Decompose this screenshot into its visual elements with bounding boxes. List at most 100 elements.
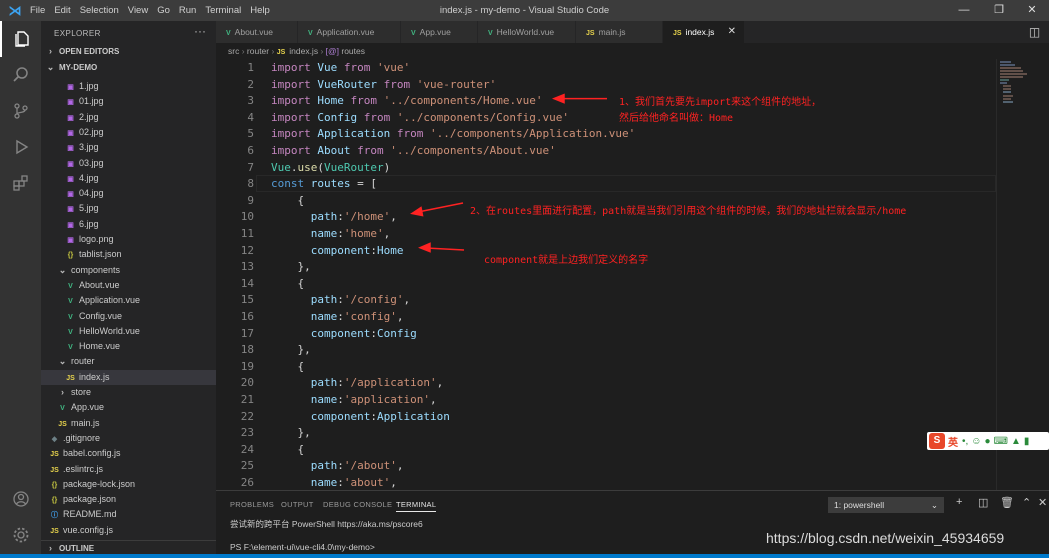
settings-gear-icon[interactable] bbox=[0, 517, 41, 553]
file-tree-item[interactable]: › store bbox=[41, 385, 216, 400]
file-tree-item[interactable]: ▣ 04.jpg bbox=[41, 186, 216, 201]
tab-index-js[interactable]: JS index.js ✕ bbox=[663, 21, 745, 43]
source-control-icon[interactable] bbox=[0, 93, 41, 129]
line-number: 22 bbox=[240, 409, 254, 423]
image-icon: ▣ bbox=[67, 84, 74, 91]
file-tree-item[interactable]: ▣ 1.jpg bbox=[41, 79, 216, 94]
file-tree-item[interactable]: JS vue.config.js bbox=[41, 523, 216, 538]
code-text: path:'/config', bbox=[271, 292, 410, 309]
vue-icon: V bbox=[68, 328, 73, 336]
file-tree-item[interactable]: ▣ 5.jpg bbox=[41, 201, 216, 216]
more-actions-icon[interactable]: ··· bbox=[194, 24, 206, 38]
file-tree-item[interactable]: ◆ .gitignore bbox=[41, 431, 216, 446]
file-tree-item[interactable]: {} tablist.json bbox=[41, 247, 216, 262]
file-tree-item[interactable]: V App.vue bbox=[41, 400, 216, 415]
tab-terminal[interactable]: TERMINAL bbox=[396, 500, 437, 512]
json-icon: {} bbox=[67, 252, 74, 260]
file-tree-item[interactable]: JS .eslintrc.js bbox=[41, 462, 216, 477]
search-icon[interactable] bbox=[0, 57, 41, 93]
tab-debug-console[interactable]: DEBUG CONSOLE bbox=[323, 500, 392, 509]
menu-run[interactable]: Run bbox=[179, 5, 196, 16]
close-tab-icon[interactable]: ✕ bbox=[728, 21, 736, 43]
code-text: name:'application', bbox=[271, 392, 437, 409]
ime-language[interactable]: 英 bbox=[948, 434, 958, 449]
code-token: Application bbox=[376, 409, 450, 423]
ime-toolbar[interactable]: S 英 •, ☺ ● ⌨ ▲ ▮ bbox=[927, 432, 1049, 450]
file-tree-item[interactable]: ⓘ README.md bbox=[41, 507, 216, 522]
code-text: path:'/about', bbox=[271, 458, 404, 475]
minimize-icon[interactable]: — bbox=[947, 0, 981, 21]
close-panel-icon[interactable]: ✕ bbox=[1038, 496, 1047, 509]
file-tree-item[interactable]: ▣ 02.jpg bbox=[41, 125, 216, 140]
account-icon[interactable] bbox=[0, 481, 41, 517]
run-debug-icon[interactable] bbox=[0, 129, 41, 165]
terminal-shell-select[interactable]: 1: powershell ⌄ bbox=[828, 497, 944, 513]
menu-selection[interactable]: Selection bbox=[80, 5, 119, 16]
file-tree-item[interactable]: ▣ 3.jpg bbox=[41, 140, 216, 155]
menu-view[interactable]: View bbox=[128, 5, 148, 16]
file-tree-item[interactable]: ▣ 03.jpg bbox=[41, 156, 216, 171]
workspace-root-section[interactable]: ⌄ MY-DEMO bbox=[41, 60, 216, 75]
split-terminal-icon[interactable]: ◫ bbox=[978, 496, 988, 509]
file-tree-item[interactable]: V Home.vue bbox=[41, 339, 216, 354]
split-editor-icon[interactable]: ◫ bbox=[1020, 21, 1049, 43]
code-token: , bbox=[396, 459, 404, 473]
emoji-icon[interactable]: ☺ bbox=[971, 436, 981, 447]
file-tree-item[interactable]: JS main.js bbox=[41, 416, 216, 431]
code-token: , bbox=[396, 310, 404, 323]
toolbox-icon[interactable]: ▮ bbox=[1024, 436, 1030, 447]
image-icon: ▣ bbox=[67, 237, 74, 244]
file-tree-item[interactable]: ▣ 4.jpg bbox=[41, 171, 216, 186]
breadcrumb-src[interactable]: src bbox=[228, 46, 239, 56]
maximize-panel-icon[interactable]: ⌃ bbox=[1022, 496, 1031, 509]
breadcrumb-file[interactable]: index.js bbox=[289, 46, 318, 56]
breadcrumb-router[interactable]: router bbox=[247, 46, 269, 56]
terminal-prompt[interactable]: PS F:\element-ui\vue-cli4.0\my-demo> bbox=[230, 542, 375, 552]
menu-edit[interactable]: Edit bbox=[54, 5, 70, 16]
outline-section[interactable]: › OUTLINE bbox=[41, 540, 216, 554]
file-tree-item[interactable]: ⌄ router bbox=[41, 354, 216, 369]
menu-go[interactable]: Go bbox=[157, 5, 170, 16]
new-terminal-plus-icon[interactable]: + bbox=[956, 496, 962, 508]
file-tree-item[interactable]: ▣ 01.jpg bbox=[41, 94, 216, 109]
skin-icon[interactable]: ▲ bbox=[1011, 436, 1021, 447]
file-tree-item[interactable]: V About.vue bbox=[41, 278, 216, 293]
open-editors-section[interactable]: › OPEN EDITORS bbox=[41, 44, 216, 59]
tab-main-js[interactable]: JS main.js bbox=[576, 21, 663, 43]
file-tree-item[interactable]: ▣ 2.jpg bbox=[41, 110, 216, 125]
menu-file[interactable]: File bbox=[30, 5, 45, 16]
restore-icon[interactable]: ❐ bbox=[982, 0, 1016, 21]
breadcrumb-symbol[interactable]: routes bbox=[341, 46, 365, 56]
file-tree-item[interactable]: V Config.vue bbox=[41, 309, 216, 324]
keyboard-icon[interactable]: ⌨ bbox=[994, 436, 1008, 447]
menu-help[interactable]: Help bbox=[250, 5, 270, 16]
explorer-files-icon[interactable] bbox=[0, 21, 41, 57]
kill-terminal-trash-icon[interactable]: 🗑 bbox=[1000, 496, 1014, 509]
file-tree-item[interactable]: ⌄ components bbox=[41, 263, 216, 278]
code-editor[interactable]: 1 import Vue from 'vue' 2 import VueRouter … bbox=[216, 59, 996, 490]
close-window-icon[interactable]: ✕ bbox=[1015, 0, 1049, 21]
file-tree-item[interactable]: ▣ 6.jpg bbox=[41, 217, 216, 232]
vue-icon: V bbox=[68, 344, 73, 352]
voice-icon[interactable]: ● bbox=[985, 436, 991, 447]
tab-problems[interactable]: PROBLEMS bbox=[230, 500, 274, 509]
punctuation-icon[interactable]: •, bbox=[962, 436, 968, 447]
menu-terminal[interactable]: Terminal bbox=[205, 5, 241, 16]
file-tree-item[interactable]: JS babel.config.js bbox=[41, 446, 216, 461]
js-icon: JS bbox=[586, 30, 595, 37]
tab-app-vue[interactable]: V App.vue bbox=[401, 21, 478, 43]
file-tree-item[interactable]: JS index.js bbox=[41, 369, 216, 385]
tab-helloworld-vue[interactable]: V HelloWorld.vue bbox=[478, 21, 576, 43]
file-tree-item[interactable]: {} package.json bbox=[41, 492, 216, 507]
tab-about-vue[interactable]: V About.vue bbox=[216, 21, 298, 43]
tab-output[interactable]: OUTPUT bbox=[281, 500, 314, 509]
file-tree-item[interactable]: V Application.vue bbox=[41, 293, 216, 308]
code-token: '/home' bbox=[343, 210, 391, 224]
file-tree-item[interactable]: V HelloWorld.vue bbox=[41, 324, 216, 339]
minimap[interactable] bbox=[996, 59, 1049, 490]
extensions-icon[interactable] bbox=[0, 165, 41, 201]
tab-label: About.vue bbox=[234, 27, 273, 37]
file-tree-item[interactable]: ▣ logo.png bbox=[41, 232, 216, 247]
tab-application-vue[interactable]: V Application.vue bbox=[298, 21, 401, 43]
file-tree-item[interactable]: {} package-lock.json bbox=[41, 477, 216, 492]
